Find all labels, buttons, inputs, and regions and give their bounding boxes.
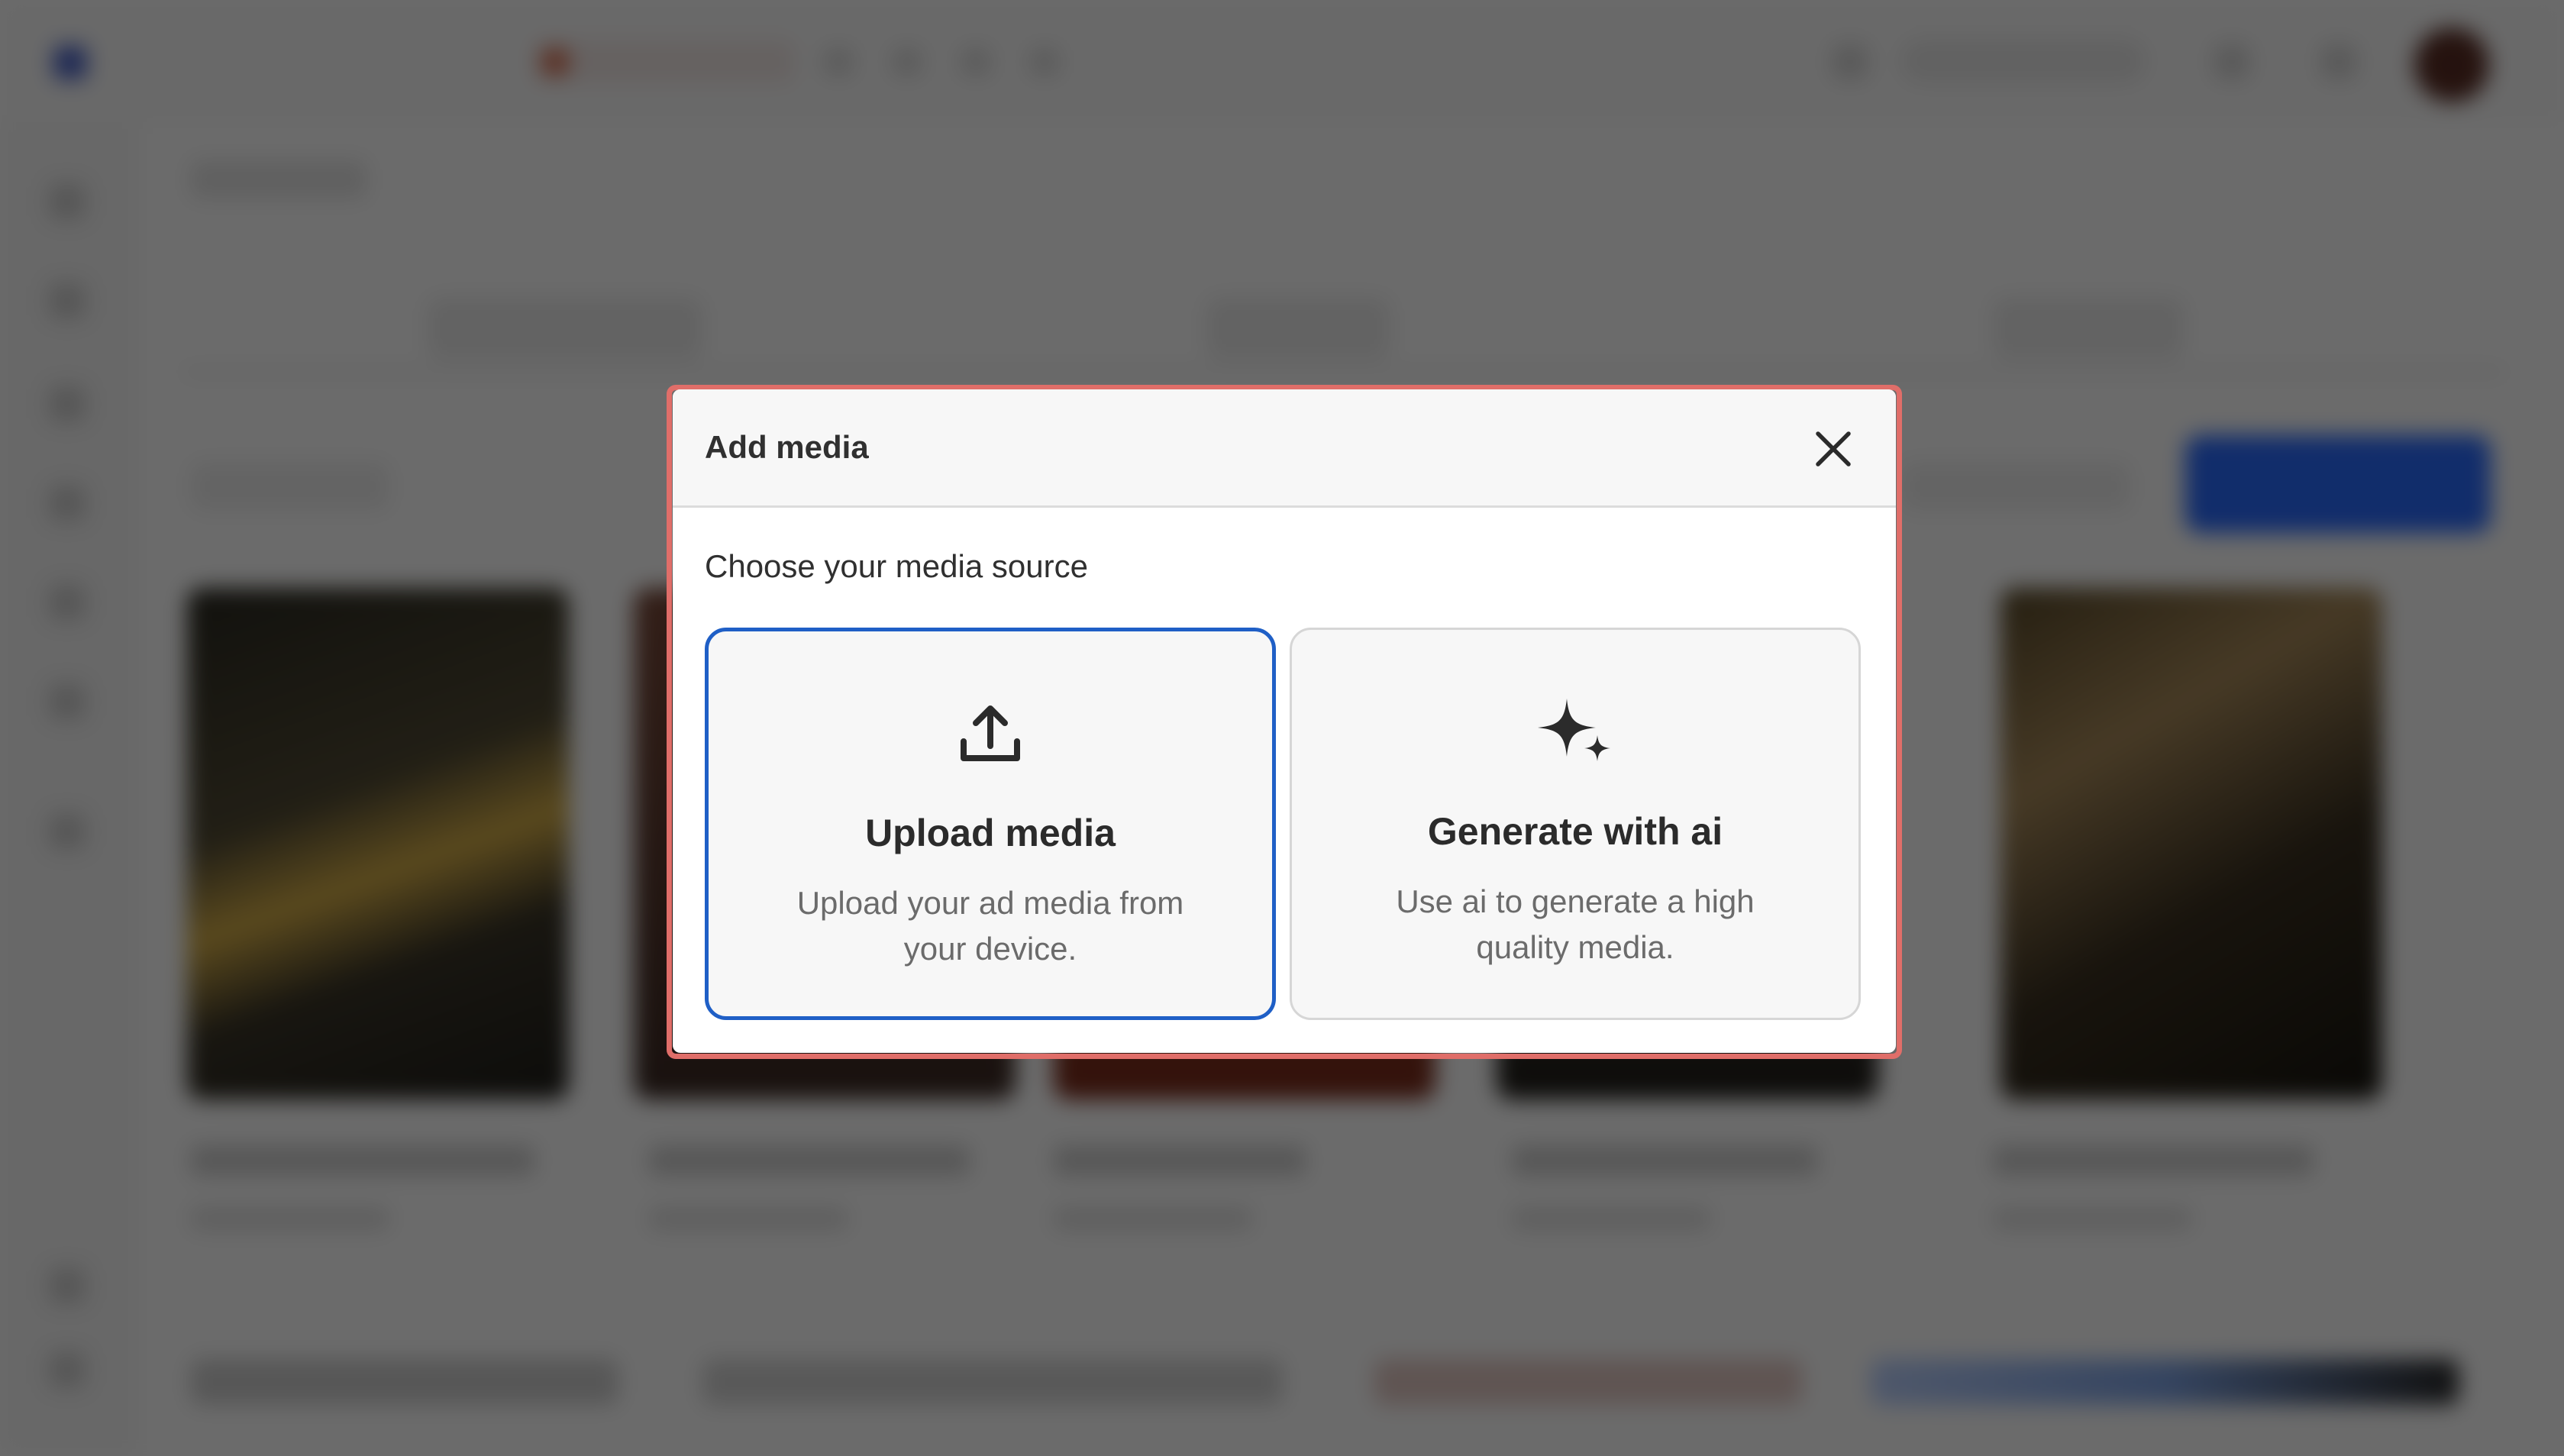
upload-media-option[interactable]: Upload media Upload your ad media from y… bbox=[705, 628, 1276, 1020]
close-icon bbox=[1816, 431, 1851, 467]
add-media-dialog: Add media Choose your media source Uploa… bbox=[673, 389, 1896, 1053]
close-button[interactable] bbox=[1803, 418, 1864, 479]
dialog-header: Add media bbox=[673, 389, 1896, 508]
generate-with-ai-description: Use ai to generate a high quality media. bbox=[1396, 883, 1755, 965]
app-window: Add media Choose your media source Uploa… bbox=[0, 0, 2564, 1456]
sparkles-icon bbox=[1292, 697, 1858, 766]
generate-with-ai-title: Generate with ai bbox=[1427, 810, 1723, 853]
dialog-title: Add media bbox=[705, 429, 869, 465]
upload-icon bbox=[709, 699, 1272, 767]
upload-media-title: Upload media bbox=[865, 812, 1116, 854]
upload-media-description: Upload your ad media from your device. bbox=[796, 885, 1184, 967]
dialog-subtitle: Choose your media source bbox=[705, 548, 1088, 584]
generate-with-ai-option[interactable]: Generate with ai Use ai to generate a hi… bbox=[1290, 628, 1861, 1020]
